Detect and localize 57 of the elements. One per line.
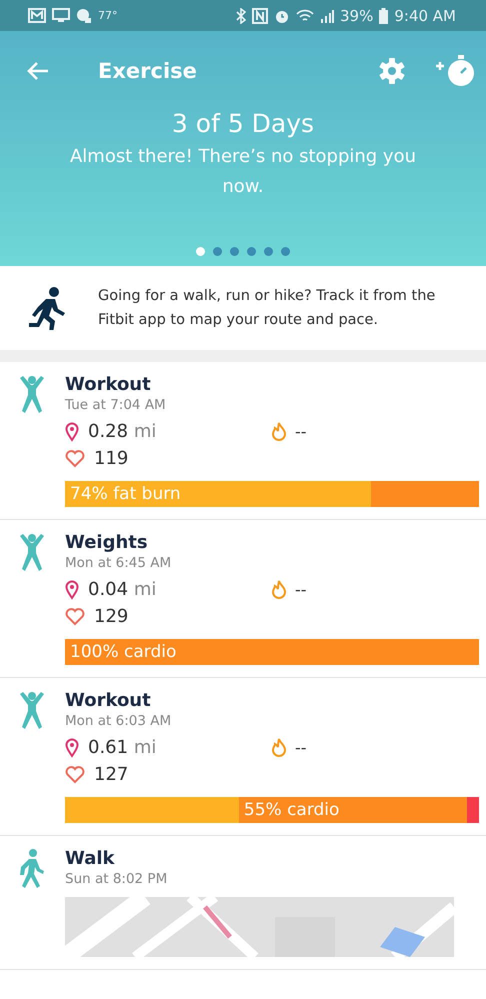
distance-value: 0.04 mi (88, 579, 156, 600)
location-pin-icon (65, 738, 79, 758)
page-dot[interactable] (247, 247, 256, 256)
activity-title[interactable]: Weights (65, 532, 479, 553)
runner-icon (26, 286, 68, 330)
bluetooth-icon (236, 8, 246, 24)
back-icon[interactable] (26, 61, 50, 81)
clock-time: 9:40 AM (394, 6, 456, 24)
activity-time: Sun at 8:02 PM (65, 871, 168, 887)
battery-percent: 39% (340, 6, 374, 24)
activity-title[interactable]: Walk (65, 848, 454, 869)
heart-icon (65, 608, 85, 626)
calories-value: -- (295, 738, 307, 757)
activity-title[interactable]: Workout (65, 374, 479, 395)
activity-time: Mon at 6:03 AM (65, 713, 172, 729)
add-stopwatch-icon[interactable] (434, 54, 476, 88)
nfc-icon (252, 8, 268, 24)
temperature-text: 77° (98, 9, 118, 22)
zone-label: 55% cardio (242, 799, 340, 822)
heart-rate-value: 129 (94, 606, 128, 627)
location-pin-icon (65, 580, 79, 600)
heart-rate-value: 127 (94, 764, 128, 785)
page-dot[interactable] (230, 247, 239, 256)
distance-value: 0.28 mi (88, 421, 156, 442)
heart-rate-value: 119 (94, 448, 128, 469)
location-pin-icon (65, 422, 79, 442)
distance-value: 0.61 mi (88, 737, 156, 758)
flame-icon (272, 580, 286, 599)
tip-text: Going for a walk, run or hike? Track it from the Fitbit app to map your route and pace. (98, 287, 436, 330)
calories-value: -- (295, 422, 307, 441)
jumping-figure-icon (18, 690, 46, 730)
screen-title: Exercise (98, 59, 198, 83)
page-dot[interactable] (281, 247, 290, 256)
battery-icon (379, 8, 388, 24)
activity-time: Tue at 7:04 AM (65, 397, 167, 413)
flame-icon (272, 422, 286, 441)
jumping-figure-icon (18, 532, 46, 572)
goal-message: Almost there! There’s no stopping you now. (68, 145, 418, 199)
flame-icon (272, 738, 286, 757)
zone-label: 74% fat burn (69, 483, 181, 506)
zone-label: 100% cardio (69, 641, 176, 664)
activity-title[interactable]: Workout (65, 690, 479, 711)
email-icon (28, 8, 46, 23)
heart-icon (65, 450, 85, 468)
jumping-figure-icon (18, 374, 46, 414)
page-dot[interactable] (264, 247, 273, 256)
page-dot[interactable] (196, 247, 205, 256)
settings-icon[interactable] (378, 57, 406, 85)
page-dot[interactable] (213, 247, 222, 256)
activity-time: Mon at 6:45 AM (65, 555, 172, 571)
calories-value: -- (295, 580, 307, 599)
wifi-icon (296, 8, 314, 24)
monitor-icon (52, 8, 70, 23)
goal-title: 3 of 5 Days (172, 109, 314, 138)
signal-icon (320, 8, 334, 22)
heart-icon (65, 766, 85, 784)
walking-figure-icon (18, 848, 46, 888)
